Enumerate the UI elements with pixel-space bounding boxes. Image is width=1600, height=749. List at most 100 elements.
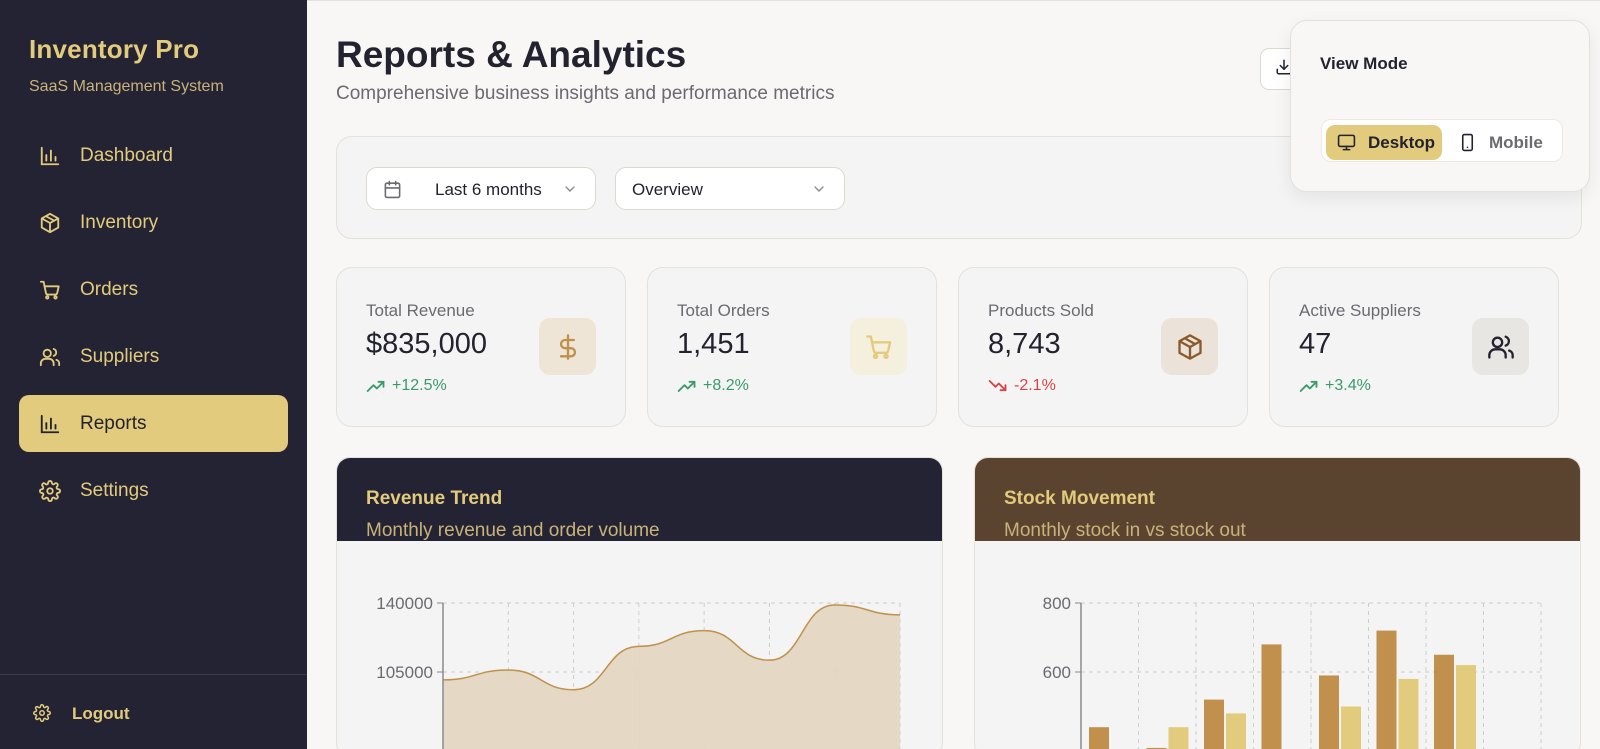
cart-icon <box>850 318 907 375</box>
smartphone-icon <box>1458 133 1478 153</box>
stat-label: Products Sold <box>988 301 1094 320</box>
stock-bar <box>1226 713 1246 749</box>
stat-label: Active Suppliers <box>1299 301 1421 320</box>
stat-change-value: +12.5% <box>392 377 447 394</box>
stock-movement-card: Stock Movement Monthly stock in vs stock… <box>974 457 1581 749</box>
stat-change-value: -2.1% <box>1014 377 1056 394</box>
users-icon <box>1472 318 1529 375</box>
sidebar-item-label: Reports <box>80 412 147 434</box>
page-title: Reports & Analytics <box>336 34 687 75</box>
report-type-select[interactable]: Overview <box>615 167 845 210</box>
sidebar-item-dashboard[interactable]: Dashboard <box>19 127 288 184</box>
stat-change: +3.4% <box>1299 377 1371 395</box>
mobile-label: Mobile <box>1489 132 1543 152</box>
sidebar-item-label: Inventory <box>80 211 159 233</box>
gear-icon <box>38 479 62 503</box>
mobile-toggle[interactable]: Mobile <box>1455 125 1555 160</box>
sidebar-item-settings[interactable]: Settings <box>19 462 288 519</box>
chart-subtitle: Monthly stock in vs stock out <box>1004 520 1246 541</box>
sidebar-item-label: Suppliers <box>80 345 160 367</box>
stat-change-value: +3.4% <box>1325 377 1371 394</box>
y-tick-label: 105000 <box>376 663 433 682</box>
revenue-trend-card: Revenue Trend Monthly revenue and order … <box>336 457 943 749</box>
stat-change: +12.5% <box>366 377 447 395</box>
stock-bar <box>1261 644 1282 749</box>
popover-title: View Mode <box>1320 54 1408 73</box>
stat-card-products-sold: Products Sold 8,743 -2.1% <box>958 267 1248 427</box>
sidebar: Inventory Pro SaaS Management System Das… <box>0 0 307 749</box>
package-icon <box>38 211 62 235</box>
trending-up-icon <box>1299 379 1319 393</box>
bar-chart-icon <box>38 144 62 168</box>
trending-up-icon <box>366 379 386 393</box>
chart-title: Stock Movement <box>1004 488 1155 509</box>
page-subtitle: Comprehensive business insights and perf… <box>336 83 835 104</box>
sidebar-item-inventory[interactable]: Inventory <box>19 194 288 251</box>
stock-bar <box>1376 630 1397 749</box>
stock-bar <box>1434 654 1454 749</box>
stock-bar <box>1204 699 1224 749</box>
stat-change-value: +8.2% <box>703 377 749 394</box>
stock-chart: 600 800 <box>975 541 1580 749</box>
chevron-down-icon <box>811 181 827 202</box>
desktop-label: Desktop <box>1368 132 1436 152</box>
chart-subtitle: Monthly revenue and order volume <box>366 520 660 541</box>
revenue-area <box>443 604 900 749</box>
bar-chart-icon <box>38 412 62 436</box>
sidebar-item-label: Dashboard <box>80 144 173 166</box>
stat-label: Total Orders <box>677 301 770 320</box>
stat-value: 47 <box>1299 328 1332 360</box>
stat-card-suppliers: Active Suppliers 47 +3.4% <box>1269 267 1559 427</box>
stock-bar <box>1089 727 1109 749</box>
date-range-value: Last 6 months <box>435 180 542 199</box>
stock-chart-svg: 600 800 <box>1043 594 1542 749</box>
stat-value: $835,000 <box>366 328 487 360</box>
logout-label: Logout <box>72 704 130 723</box>
brand-subtitle: SaaS Management System <box>29 78 224 95</box>
chart-title: Revenue Trend <box>366 488 503 509</box>
stock-bar <box>1168 727 1189 749</box>
stat-card-revenue: Total Revenue $835,000 +12.5% <box>336 267 626 427</box>
sidebar-item-suppliers[interactable]: Suppliers <box>19 328 288 385</box>
sidebar-item-label: Orders <box>80 278 139 300</box>
chevron-down-icon <box>562 181 578 202</box>
sidebar-item-reports[interactable]: Reports <box>19 395 288 452</box>
stat-card-orders: Total Orders 1,451 +8.2% <box>647 267 937 427</box>
revenue-chart-svg: 105000 140000 <box>376 594 901 749</box>
view-mode-popover: View Mode Desktop Mobile <box>1290 20 1590 192</box>
stat-value: 8,743 <box>988 328 1061 360</box>
y-tick-label: 600 <box>1043 663 1071 682</box>
sidebar-nav: Dashboard Inventory Orders Suppliers Rep… <box>19 127 288 529</box>
sidebar-item-orders[interactable]: Orders <box>19 261 288 318</box>
stat-label: Total Revenue <box>366 301 475 320</box>
stock-bar <box>1456 665 1476 749</box>
dollar-icon <box>539 318 596 375</box>
logout-button[interactable]: Logout <box>33 704 130 724</box>
chart-header: Revenue Trend Monthly revenue and order … <box>337 458 942 541</box>
desktop-toggle[interactable]: Desktop <box>1326 125 1442 160</box>
date-range-select[interactable]: Last 6 months <box>366 167 596 210</box>
chart-header: Stock Movement Monthly stock in vs stock… <box>975 458 1580 541</box>
sidebar-item-label: Settings <box>80 479 149 501</box>
monitor-icon <box>1337 133 1357 153</box>
trending-up-icon <box>677 379 697 393</box>
revenue-chart: 105000 140000 <box>337 541 942 749</box>
gear-icon <box>33 704 53 724</box>
users-icon <box>38 345 62 369</box>
brand: Inventory Pro SaaS Management System <box>29 34 224 96</box>
report-type-value: Overview <box>632 180 703 199</box>
y-tick-label: 800 <box>1043 594 1071 613</box>
stat-value: 1,451 <box>677 328 750 360</box>
stock-bar <box>1398 678 1419 749</box>
stock-bar <box>1319 675 1339 749</box>
trending-down-icon <box>988 379 1008 393</box>
package-icon <box>1161 318 1218 375</box>
sidebar-divider <box>0 674 307 675</box>
view-mode-toggle: Desktop Mobile <box>1321 119 1563 162</box>
y-tick-label: 140000 <box>376 594 433 613</box>
brand-title: Inventory Pro <box>29 34 200 64</box>
calendar-icon <box>383 180 402 204</box>
cart-icon <box>38 278 62 302</box>
stat-change: +8.2% <box>677 377 749 395</box>
stock-bar <box>1341 706 1361 749</box>
